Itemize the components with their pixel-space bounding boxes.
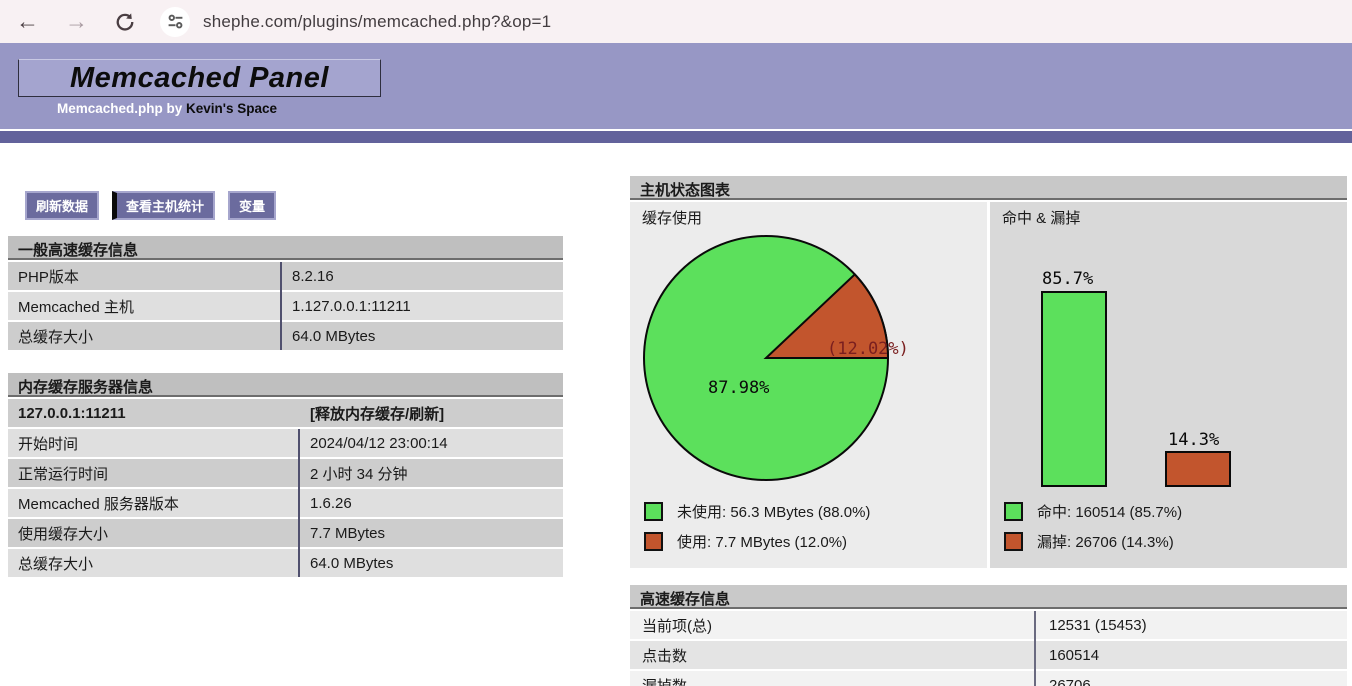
cache-info-table: 高速缓存信息 当前项(总) 12531 (15453) 点击数 160514 漏… [630,585,1347,686]
row-label: 开始时间 [8,433,298,454]
orange-swatch-icon [644,532,663,551]
flush-refresh-link[interactable]: [释放内存缓存/刷新] [298,403,563,424]
table-title: 一般高速缓存信息 [8,236,563,260]
row-value: 64.0 MBytes [280,328,563,345]
column-divider [298,429,300,577]
pie-major-label: 87.98% [708,378,769,398]
table-row: 总缓存大小 64.0 MBytes [8,322,563,350]
table-row: Memcached 服务器版本 1.6.26 [8,489,563,517]
legend-label: 未使用: 56.3 MBytes (88.0%) [677,501,870,522]
legend-item: 漏掉: 26706 (14.3%) [1004,526,1347,556]
host-status-charts-panel: 主机状态图表 缓存使用 87.98% (12.02%) 未使用: 56.3 [630,176,1347,568]
refresh-data-button[interactable]: 刷新数据 [25,191,99,220]
legend-label: 漏掉: 26706 (14.3%) [1037,531,1174,552]
hits-misses-bar-chart: 85.7% 14.3% [990,228,1347,496]
orange-swatch-icon [1004,532,1023,551]
bar-legend: 命中: 160514 (85.7%) 漏掉: 26706 (14.3%) [990,496,1347,556]
table-row: 127.0.0.1:11211 [释放内存缓存/刷新] [8,399,563,427]
charts-grid: 缓存使用 87.98% (12.02%) 未使用: 56.3 MBytes (8… [630,202,1347,568]
panel-title: 主机状态图表 [630,176,1347,200]
table-row: Memcached 主机 1.127.0.0.1:11211 [8,292,563,320]
general-cache-info-table: 一般高速缓存信息 PHP版本 8.2.16 Memcached 主机 1.127… [8,236,563,350]
row-value: 160514 [1034,647,1347,664]
column-divider [280,262,282,350]
legend-label: 命中: 160514 (85.7%) [1037,501,1182,522]
row-value: 7.7 MBytes [298,525,563,542]
table-title: 高速缓存信息 [630,585,1347,609]
bar-hits-label: 85.7% [1042,269,1093,289]
row-label: 使用缓存大小 [8,523,298,544]
table-row: 开始时间 2024/04/12 23:00:14 [8,429,563,457]
row-value: 1.6.26 [298,495,563,512]
table-row: PHP版本 8.2.16 [8,262,563,290]
row-value: 26706 [1034,677,1347,686]
row-label: 点击数 [630,645,1034,666]
green-swatch-icon [1004,502,1023,521]
hits-misses-chart-cell: 命中 & 漏掉 85.7% 14.3% 命中: 160514 (85.7%) [990,202,1347,568]
url-bar[interactable]: shephe.com/plugins/memcached.php?&op=1 [203,12,551,32]
forward-arrow-icon[interactable]: → [65,10,88,33]
cache-usage-chart-cell: 缓存使用 87.98% (12.02%) 未使用: 56.3 MBytes (8… [630,202,987,568]
browser-toolbar: ← → shephe.com/plugins/memcached.php?&op… [0,0,1352,43]
row-label: 当前项(总) [630,615,1034,636]
page-title: Memcached Panel [70,62,329,95]
row-label: Memcached 服务器版本 [8,493,298,514]
column-divider [1034,611,1036,686]
site-header: Memcached Panel Memcached.php by Kevin's… [0,43,1352,129]
view-host-stats-button[interactable]: 查看主机统计 [112,191,215,220]
table-row: 正常运行时间 2 小时 34 分钟 [8,459,563,487]
server-info-table: 内存缓存服务器信息 127.0.0.1:11211 [释放内存缓存/刷新] 开始… [8,373,563,577]
author-link[interactable]: Kevin's Space [186,101,277,116]
legend-item: 使用: 7.7 MBytes (12.0%) [644,526,987,556]
row-value: 12531 (15453) [1034,617,1347,634]
pie-legend: 未使用: 56.3 MBytes (88.0%) 使用: 7.7 MBytes … [630,496,987,556]
legend-item: 未使用: 56.3 MBytes (88.0%) [644,496,987,526]
table-row: 当前项(总) 12531 (15453) [630,611,1347,639]
row-value: 8.2.16 [280,268,563,285]
back-arrow-icon[interactable]: ← [16,10,39,33]
subtitle-prefix: Memcached.php by [57,101,186,116]
site-subtitle: Memcached.php by Kevin's Space [57,101,277,116]
cache-usage-pie-chart: 87.98% (12.02%) [630,228,987,496]
legend-label: 使用: 7.7 MBytes (12.0%) [677,531,847,552]
legend-item: 命中: 160514 (85.7%) [1004,496,1347,526]
green-swatch-icon [644,502,663,521]
pie-minor-label: (12.02%) [827,339,909,359]
table-row: 点击数 160514 [630,641,1347,669]
variables-button[interactable]: 变量 [228,191,276,220]
table-row: 使用缓存大小 7.7 MBytes [8,519,563,547]
action-buttons: 刷新数据 查看主机统计 变量 [25,191,276,220]
row-label: Memcached 主机 [8,296,280,317]
table-row: 漏掉数 26706 [630,671,1347,686]
row-value: 1.127.0.0.1:11211 [280,298,563,315]
row-value: 64.0 MBytes [298,555,563,572]
main-content: 刷新数据 查看主机统计 变量 一般高速缓存信息 PHP版本 8.2.16 Mem… [0,143,1352,686]
chart-subtitle: 命中 & 漏掉 [990,202,1347,228]
site-settings-icon[interactable] [160,7,190,37]
row-value: 2 小时 34 分钟 [298,463,563,484]
reload-icon[interactable] [114,11,136,33]
header-divider-strip [0,129,1352,143]
chart-subtitle: 缓存使用 [630,202,987,228]
site-title-box: Memcached Panel [18,59,381,97]
row-label: 漏掉数 [630,675,1034,686]
row-label: 正常运行时间 [8,463,298,484]
bar-misses-label: 14.3% [1168,430,1219,450]
row-label: PHP版本 [8,266,280,287]
server-host: 127.0.0.1:11211 [8,405,298,422]
row-value: 2024/04/12 23:00:14 [298,435,563,452]
row-label: 总缓存大小 [8,326,280,347]
table-row: 总缓存大小 64.0 MBytes [8,549,563,577]
row-label: 总缓存大小 [8,553,298,574]
table-title: 内存缓存服务器信息 [8,373,563,397]
